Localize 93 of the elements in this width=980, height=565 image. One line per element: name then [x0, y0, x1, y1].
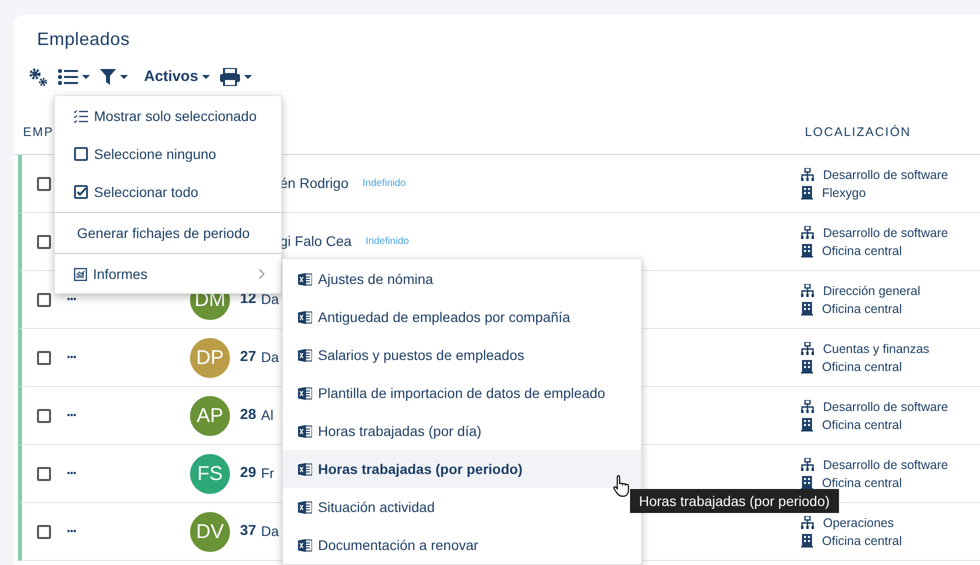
page-title: Empleados: [36, 28, 130, 51]
department-text: Dirección general: [823, 282, 920, 300]
spreadsheet-icon: [298, 348, 312, 362]
status-dropdown[interactable]: Activos: [144, 66, 210, 88]
view-button[interactable]: [58, 69, 90, 85]
row-checkbox[interactable]: [37, 176, 51, 190]
menu-item[interactable]: Mostrar solo seleccionado: [55, 97, 281, 135]
site-text: Oficina central: [822, 532, 902, 550]
column-header: LOCALIZACIÓN: [804, 124, 911, 142]
submenu-item[interactable]: Plantilla de importacion de datos de empleado: [283, 374, 641, 412]
spreadsheet-icon: [298, 272, 312, 286]
menu-item[interactable]: Generar fichajes de periodo: [55, 214, 281, 252]
avatar: AP: [190, 396, 230, 436]
site-text: Oficina central: [822, 300, 902, 318]
site-text: Oficina central: [822, 416, 902, 434]
submenu-item[interactable]: Antiguedad de empleados por compañía: [283, 298, 641, 336]
department-text: Desarrollo de software: [823, 398, 948, 416]
more-options-icon[interactable]: •••: [67, 353, 80, 362]
avatar: DP: [190, 338, 230, 378]
settings-icon: [28, 67, 48, 87]
printer-icon: [220, 68, 240, 86]
avatar: FS: [190, 454, 230, 494]
contract-type: Indefinido: [366, 235, 409, 249]
avatar: DV: [190, 512, 230, 552]
row-checkbox[interactable]: [37, 292, 51, 306]
employee-number: 27: [239, 348, 258, 367]
filter-button[interactable]: [100, 69, 128, 85]
spreadsheet-icon: [298, 424, 312, 438]
employee-name: Fr: [261, 464, 274, 483]
employee-name: Da: [261, 348, 279, 367]
department-text: Desarrollo de software: [823, 224, 948, 242]
employee-number: 29: [239, 464, 258, 483]
spreadsheet-icon: [298, 538, 312, 552]
site-text: Oficina central: [822, 358, 902, 376]
print-button[interactable]: [220, 68, 252, 86]
row-checkbox[interactable]: [37, 466, 51, 480]
org-chart-icon: [801, 400, 814, 413]
more-options-icon[interactable]: •••: [67, 411, 80, 420]
checkbox-icon: [74, 147, 88, 161]
more-options-icon[interactable]: •••: [67, 527, 80, 536]
site-text: Flexygo: [822, 184, 866, 202]
org-chart-icon: [801, 168, 814, 181]
checklist-icon: [74, 110, 88, 122]
spreadsheet-icon: [298, 310, 312, 324]
employee-number: 28: [239, 406, 258, 425]
employee-number: 37: [239, 522, 258, 541]
row-checkbox[interactable]: [37, 234, 51, 248]
chart-icon: [74, 268, 87, 280]
row-checkbox[interactable]: [37, 350, 51, 364]
menu-item[interactable]: Seleccionar todo: [55, 173, 281, 211]
building-icon: [801, 360, 813, 374]
site-text: Oficina central: [822, 242, 902, 260]
department-text: Operaciones: [823, 514, 894, 532]
column-header: EMP: [23, 124, 54, 142]
site-text: Oficina central: [822, 474, 902, 492]
employee-name: Da: [261, 522, 279, 541]
submenu-item[interactable]: Salarios y puestos de empleados: [283, 336, 641, 374]
department-text: Desarrollo de software: [823, 166, 948, 184]
more-options-icon[interactable]: •••: [67, 469, 80, 478]
department-text: Cuentas y finanzas: [823, 340, 930, 358]
menu-item[interactable]: Seleccione ninguno: [55, 135, 281, 173]
spreadsheet-icon: [298, 462, 312, 476]
building-icon: [801, 244, 813, 258]
building-icon: [801, 418, 813, 432]
building-icon: [801, 302, 813, 316]
row-checkbox[interactable]: [37, 524, 51, 538]
spreadsheet-icon: [298, 500, 312, 514]
submenu-item[interactable]: Horas trabajadas (por día): [283, 412, 641, 450]
org-chart-icon: [801, 284, 814, 297]
filter-icon: [100, 69, 116, 85]
submenu-item[interactable]: Horas trabajadas (por periodo): [283, 450, 641, 488]
checked-box-icon: [74, 185, 88, 199]
tooltip: Horas trabajadas (por periodo): [630, 489, 839, 513]
department-text: Desarrollo de software: [823, 456, 948, 474]
employee-name: Al: [261, 406, 274, 425]
hand-cursor-icon: [613, 474, 631, 497]
settings-button[interactable]: [28, 67, 48, 87]
submenu-item[interactable]: Ajustes de nómina: [283, 260, 641, 298]
employee-name: Da: [261, 290, 279, 309]
list-icon: [58, 69, 78, 85]
org-chart-icon: [801, 516, 814, 529]
org-chart-icon: [801, 342, 814, 355]
spreadsheet-icon: [298, 386, 312, 400]
chevron-right-icon: [259, 269, 265, 279]
building-icon: [801, 534, 813, 548]
submenu-item[interactable]: Documentación a renovar: [283, 526, 641, 564]
org-chart-icon: [801, 226, 814, 239]
more-options-icon[interactable]: •••: [67, 295, 80, 304]
contract-type: Indefinido: [362, 177, 406, 191]
org-chart-icon: [801, 458, 814, 471]
building-icon: [801, 186, 813, 200]
building-icon: [801, 476, 813, 490]
row-checkbox[interactable]: [37, 408, 51, 422]
